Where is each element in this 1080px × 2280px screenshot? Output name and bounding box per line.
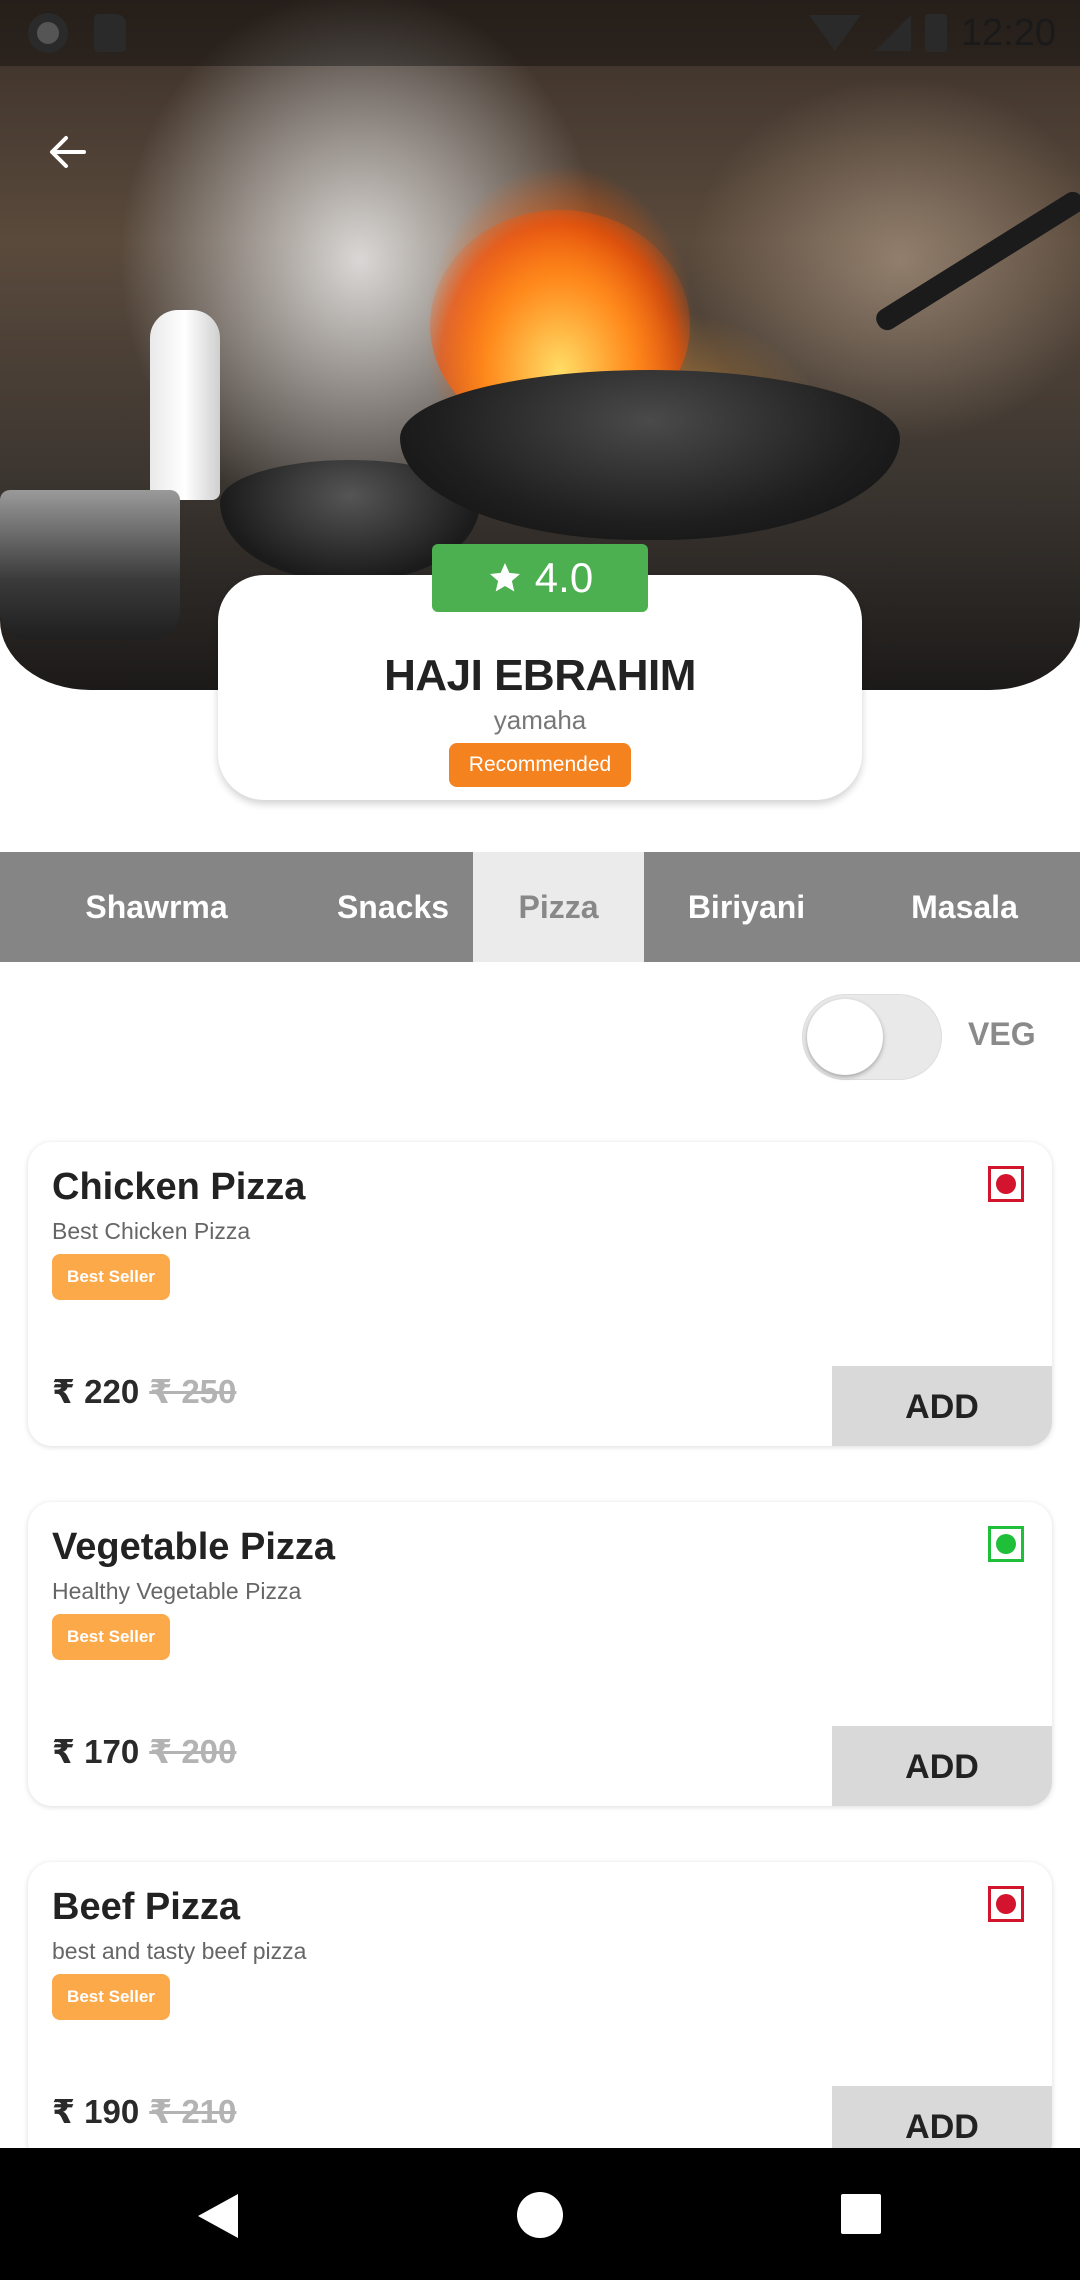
cover-bottle [150, 310, 220, 500]
item-old-price: ₹ 250 [149, 1373, 237, 1410]
cover-pot [0, 490, 180, 640]
status-bar: 12:20 [0, 0, 1080, 66]
tab-shawrma[interactable]: Shawrma [0, 852, 313, 962]
best-seller-badge: Best Seller [52, 1614, 170, 1660]
veg-toggle[interactable] [802, 994, 942, 1080]
square-recents-icon[interactable] [841, 2194, 881, 2234]
system-nav-bar [0, 2148, 1080, 2280]
item-description: Healthy Vegetable Pizza [52, 1578, 302, 1604]
item-price: ₹ 220 [52, 1373, 140, 1410]
tab-masala[interactable]: Masala [849, 852, 1080, 962]
menu-item-card: Beef Pizza best and tasty beef pizza Bes… [28, 1862, 1052, 2166]
item-price: ₹ 170 [52, 1733, 140, 1770]
best-seller-badge: Best Seller [52, 1254, 170, 1300]
category-tabs: Shawrma Snacks Pizza Biriyani Masala [0, 852, 1080, 962]
veg-icon [988, 1526, 1024, 1562]
veg-filter-row: VEG [0, 994, 1080, 1084]
recommended-badge: Recommended [449, 743, 631, 787]
price-row: ₹ 170 ₹ 200 [52, 1732, 236, 1771]
add-button[interactable]: ADD [832, 1366, 1052, 1446]
veg-toggle-knob [807, 999, 883, 1075]
restaurant-name: HAJI EBRAHIM [384, 651, 696, 700]
notification-icon [28, 13, 68, 53]
item-name: Vegetable Pizza [52, 1526, 336, 1568]
arrow-left-icon [50, 136, 86, 168]
non-veg-icon [988, 1886, 1024, 1922]
price-row: ₹ 190 ₹ 210 [52, 2092, 236, 2131]
non-veg-icon [988, 1166, 1024, 1202]
item-name: Chicken Pizza [52, 1166, 306, 1208]
menu-item-card: Vegetable Pizza Healthy Vegetable Pizza … [28, 1502, 1052, 1806]
cover-wok-handle [872, 188, 1080, 334]
circle-home-icon[interactable] [517, 2192, 563, 2238]
restaurant-subtitle: yamaha [493, 705, 587, 735]
sd-card-icon [94, 14, 126, 52]
tab-pizza[interactable]: Pizza [473, 852, 644, 962]
item-old-price: ₹ 210 [149, 2093, 237, 2130]
menu-item-card: Chicken Pizza Best Chicken Pizza Best Se… [28, 1142, 1052, 1446]
signal-icon [874, 15, 911, 51]
star-icon [489, 563, 520, 592]
back-button[interactable] [36, 120, 100, 184]
tab-biriyani[interactable]: Biriyani [644, 852, 849, 962]
tab-snacks[interactable]: Snacks [313, 852, 473, 962]
item-price: ₹ 190 [52, 2093, 140, 2130]
best-seller-badge: Best Seller [52, 1974, 170, 2020]
veg-label: VEG [968, 1016, 1036, 1052]
rating-badge: 4.0 [432, 544, 648, 612]
add-button[interactable]: ADD [832, 1726, 1052, 1806]
item-old-price: ₹ 200 [149, 1733, 237, 1770]
item-name: Beef Pizza [52, 1886, 240, 1928]
item-description: best and tasty beef pizza [52, 1938, 307, 1964]
battery-icon [924, 14, 947, 52]
wifi-icon [808, 15, 861, 51]
price-row: ₹ 220 ₹ 250 [52, 1372, 236, 1411]
status-time: 12:20 [960, 11, 1056, 54]
rating-value: 4.0 [534, 554, 594, 601]
item-description: Best Chicken Pizza [52, 1218, 251, 1244]
triangle-back-icon[interactable] [198, 2194, 238, 2238]
